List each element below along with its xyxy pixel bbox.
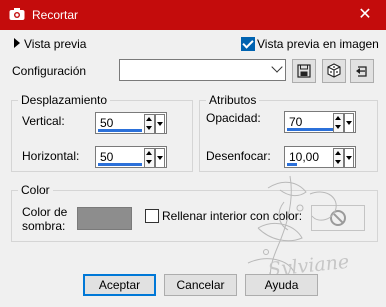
blur-spinbox[interactable]: 10,00 bbox=[284, 146, 356, 168]
config-label: Configuración bbox=[12, 64, 87, 78]
spin-arrows-icon[interactable] bbox=[144, 114, 155, 134]
opacity-slider-bar[interactable] bbox=[287, 128, 333, 131]
fill-color-swatch bbox=[311, 205, 365, 231]
blur-slider-bar[interactable] bbox=[287, 163, 297, 166]
attributes-title: Atributos bbox=[206, 93, 260, 107]
chevron-down-icon[interactable] bbox=[155, 148, 165, 168]
horizontal-label: Horizontal: bbox=[22, 149, 80, 163]
cancel-button[interactable]: Cancelar bbox=[164, 274, 237, 296]
random-button[interactable] bbox=[322, 59, 346, 83]
opacity-label: Opacidad: bbox=[206, 111, 261, 125]
preview-toggle-label: Vista previa bbox=[24, 37, 87, 51]
shadow-color-label-line2: sombra: bbox=[22, 219, 66, 233]
chevron-down-icon[interactable] bbox=[155, 114, 165, 134]
spin-arrows-icon[interactable] bbox=[333, 113, 344, 133]
blur-label: Desenfocar: bbox=[206, 149, 271, 163]
vertical-label: Vertical: bbox=[22, 114, 65, 128]
expand-arrow-icon bbox=[14, 38, 20, 48]
horizontal-spinbox[interactable]: 50 bbox=[95, 146, 167, 168]
reset-button[interactable] bbox=[350, 59, 374, 83]
opacity-spinbox[interactable]: 70 bbox=[284, 111, 356, 133]
shadow-color-swatch[interactable] bbox=[77, 207, 132, 230]
vertical-value[interactable]: 50 bbox=[100, 116, 113, 130]
config-dropdown[interactable] bbox=[119, 59, 286, 81]
title-bar: Recortar ✕ bbox=[0, 0, 386, 30]
fill-interior-checkbox[interactable] bbox=[145, 209, 159, 223]
floppy-disk-icon bbox=[297, 64, 311, 78]
live-preview-label: Vista previa en imagen bbox=[257, 37, 379, 51]
fill-interior-label: Rellenar interior con color: bbox=[162, 209, 303, 223]
spin-arrows-icon[interactable] bbox=[333, 148, 344, 168]
horizontal-value[interactable]: 50 bbox=[100, 150, 113, 164]
chevron-down-icon bbox=[271, 61, 283, 73]
close-icon[interactable]: ✕ bbox=[354, 6, 376, 24]
shadow-color-label-line1: Color de bbox=[22, 205, 68, 219]
spin-arrows-icon[interactable] bbox=[144, 148, 155, 168]
save-preset-button[interactable] bbox=[292, 59, 316, 83]
reset-icon bbox=[356, 66, 367, 77]
preview-toggle[interactable]: Vista previa bbox=[14, 37, 86, 51]
accept-button[interactable]: Aceptar bbox=[83, 274, 156, 296]
opacity-value[interactable]: 70 bbox=[289, 115, 302, 129]
blur-value[interactable]: 10,00 bbox=[289, 150, 319, 164]
chevron-down-icon[interactable] bbox=[344, 148, 354, 168]
no-color-icon bbox=[330, 210, 346, 226]
color-title: Color bbox=[18, 183, 53, 197]
vertical-slider-bar[interactable] bbox=[98, 129, 142, 132]
horizontal-slider-bar[interactable] bbox=[98, 163, 142, 166]
displacement-title: Desplazamiento bbox=[18, 93, 111, 107]
vertical-spinbox[interactable]: 50 bbox=[95, 112, 167, 134]
camera-icon bbox=[9, 8, 25, 20]
dice-icon bbox=[327, 63, 341, 78]
window-title: Recortar bbox=[32, 8, 79, 22]
help-button[interactable]: Ayuda bbox=[245, 274, 318, 296]
chevron-down-icon[interactable] bbox=[344, 113, 354, 133]
live-preview-checkbox[interactable] bbox=[241, 37, 255, 51]
